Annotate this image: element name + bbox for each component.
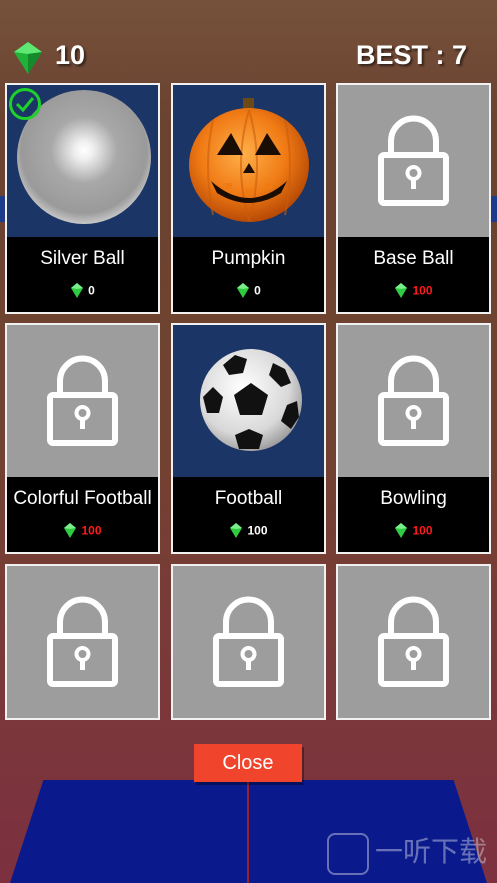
green-gem-icon — [237, 283, 250, 298]
item-thumbnail — [338, 566, 489, 718]
green-gem-icon — [64, 523, 77, 538]
close-button[interactable]: Close — [194, 744, 302, 782]
shop-item-football[interactable]: Football 100 — [171, 323, 326, 554]
price-value: 100 — [412, 523, 433, 538]
shop-item-silver-ball[interactable]: Silver Ball 0 — [5, 83, 160, 314]
price-value: 0 — [254, 283, 261, 298]
item-price: 100 — [7, 522, 158, 539]
shop-item-locked[interactable] — [171, 564, 326, 720]
shop-item-base-ball[interactable]: Base Ball 100 — [336, 83, 491, 314]
lock-icon — [47, 355, 118, 446]
item-name: Pumpkin — [211, 248, 286, 269]
background-strip — [491, 196, 497, 222]
item-name: Base Ball — [373, 248, 454, 269]
green-gem-icon — [71, 283, 84, 298]
item-price: 100 — [338, 522, 489, 539]
item-thumbnail — [173, 325, 324, 477]
shop-item-bowling[interactable]: Bowling 100 — [336, 323, 491, 554]
lock-icon — [213, 596, 284, 687]
item-name: Bowling — [380, 488, 447, 509]
shop-item-pumpkin[interactable]: Pumpkin 0 — [171, 83, 326, 314]
price-value: 100 — [247, 523, 268, 538]
hud-bar: 10 BEST : 7 — [0, 0, 497, 82]
watermark-logo-icon — [326, 833, 369, 875]
selected-check-icon — [9, 88, 41, 120]
lock-icon — [378, 115, 449, 206]
item-thumbnail — [338, 85, 489, 237]
lock-icon — [378, 355, 449, 446]
item-price: 0 — [173, 282, 324, 299]
watermark: 一听下载 — [326, 830, 487, 875]
shop-item-colorful-football[interactable]: Colorful Football 100 — [5, 323, 160, 554]
shop-item-locked[interactable] — [336, 564, 491, 720]
item-price: 0 — [7, 282, 158, 299]
lock-icon — [378, 596, 449, 687]
item-price: 100 — [173, 522, 324, 539]
item-price: 100 — [338, 282, 489, 299]
green-gem-icon — [395, 283, 408, 298]
item-thumbnail — [173, 85, 324, 237]
item-thumbnail — [338, 325, 489, 477]
item-thumbnail — [7, 566, 158, 718]
price-value: 100 — [412, 283, 433, 298]
price-value: 0 — [88, 283, 95, 298]
green-gem-icon — [230, 523, 243, 538]
best-score: BEST : 7 — [355, 40, 467, 70]
table-net — [247, 780, 249, 883]
item-name: Football — [214, 488, 283, 509]
gem-count: 10 — [55, 40, 86, 70]
pumpkin-image — [189, 98, 309, 222]
watermark-text: 一听下载 — [374, 836, 487, 868]
item-name: Colorful Football — [13, 488, 152, 509]
item-name: Silver Ball — [40, 248, 125, 269]
green-gem-icon — [14, 42, 42, 74]
green-gem-icon — [395, 523, 408, 538]
price-value: 100 — [81, 523, 102, 538]
soccer-ball-image — [200, 349, 302, 451]
item-thumbnail — [7, 325, 158, 477]
item-thumbnail — [173, 566, 324, 718]
shop-item-locked[interactable] — [5, 564, 160, 720]
lock-icon — [47, 596, 118, 687]
